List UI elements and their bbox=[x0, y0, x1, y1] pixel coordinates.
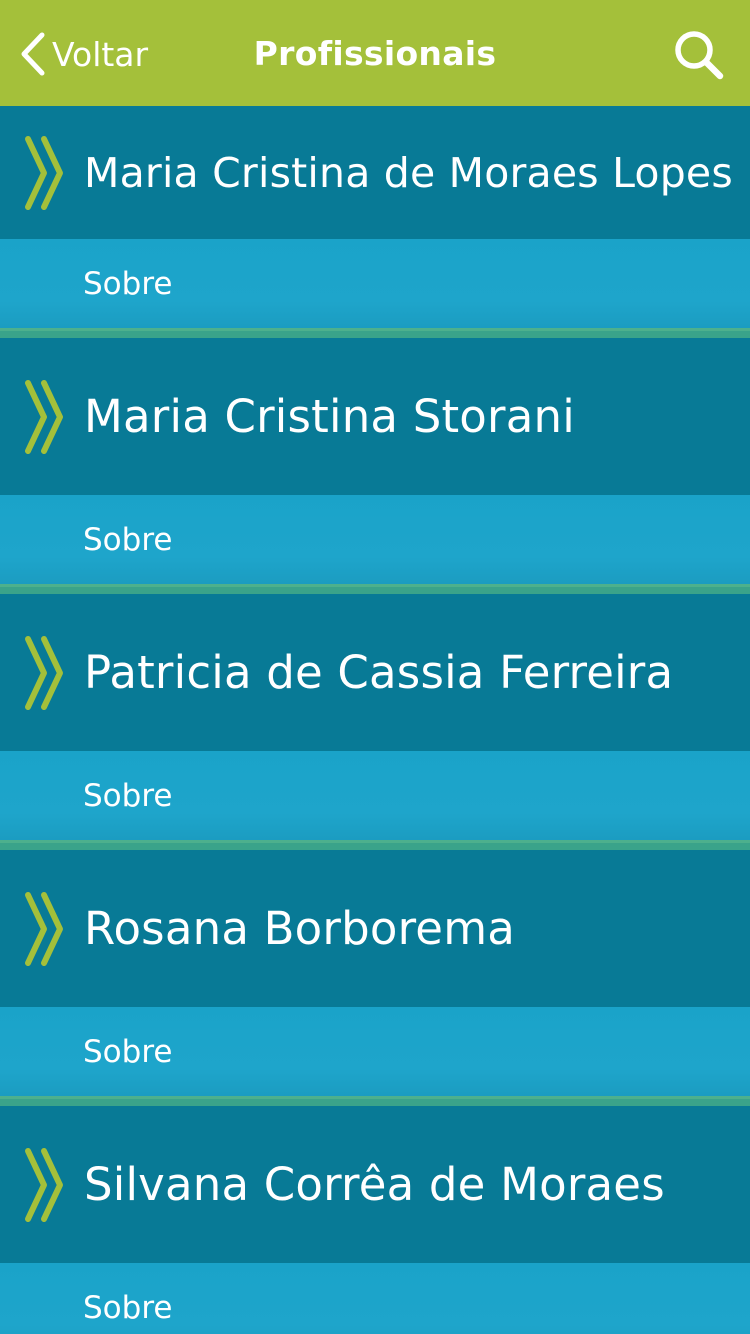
back-label: Voltar bbox=[52, 34, 149, 74]
list-item: Patricia de Cassia Ferreira Sobre bbox=[0, 594, 750, 840]
double-chevron-right-icon bbox=[25, 1147, 63, 1222]
about-label: Sobre bbox=[83, 521, 173, 558]
about-button[interactable]: Sobre bbox=[0, 1007, 750, 1096]
double-chevron-right-icon bbox=[25, 379, 63, 454]
professional-name: Silvana Corrêa de Moraes bbox=[84, 1158, 665, 1211]
professional-row[interactable]: Silvana Corrêa de Moraes bbox=[0, 1106, 750, 1263]
search-button[interactable] bbox=[672, 28, 726, 82]
about-button[interactable]: Sobre bbox=[0, 495, 750, 584]
list-item: Silvana Corrêa de Moraes Sobre bbox=[0, 1106, 750, 1334]
about-label: Sobre bbox=[83, 1289, 173, 1326]
professional-name: Maria Cristina Storani bbox=[84, 390, 575, 443]
professional-name: Patricia de Cassia Ferreira bbox=[84, 646, 674, 699]
divider bbox=[0, 328, 750, 338]
double-chevron-right-icon bbox=[25, 891, 63, 966]
about-button[interactable]: Sobre bbox=[0, 751, 750, 840]
list-item: Rosana Borborema Sobre bbox=[0, 850, 750, 1096]
about-button[interactable]: Sobre bbox=[0, 1263, 750, 1334]
double-chevron-right-icon bbox=[25, 635, 63, 710]
list-item: Maria Cristina Storani Sobre bbox=[0, 338, 750, 584]
professional-name: Maria Cristina de Moraes Lopes bbox=[84, 148, 733, 197]
back-button[interactable]: Voltar bbox=[18, 28, 148, 80]
professional-row[interactable]: Maria Cristina Storani bbox=[0, 338, 750, 495]
divider bbox=[0, 584, 750, 594]
list-item: Maria Cristina de Moraes Lopes Sobre bbox=[0, 106, 750, 328]
about-label: Sobre bbox=[83, 1033, 173, 1070]
search-icon bbox=[675, 31, 724, 80]
page-title: Profissionais bbox=[253, 33, 497, 73]
professional-row[interactable]: Rosana Borborema bbox=[0, 850, 750, 1007]
about-label: Sobre bbox=[83, 265, 173, 302]
divider bbox=[0, 1096, 750, 1106]
about-label: Sobre bbox=[83, 777, 173, 814]
chevron-left-icon bbox=[21, 32, 45, 76]
divider bbox=[0, 840, 750, 850]
professional-row[interactable]: Maria Cristina de Moraes Lopes bbox=[0, 106, 750, 239]
double-chevron-right-icon bbox=[25, 135, 63, 210]
professional-row[interactable]: Patricia de Cassia Ferreira bbox=[0, 594, 750, 751]
professional-name: Rosana Borborema bbox=[84, 902, 516, 955]
professionals-list: Maria Cristina de Moraes Lopes Sobre Mar… bbox=[0, 106, 750, 1334]
screen: Voltar Profissionais Maria Cristina de M… bbox=[0, 0, 750, 1334]
navigation-bar: Voltar Profissionais bbox=[0, 0, 750, 106]
about-button[interactable]: Sobre bbox=[0, 239, 750, 328]
